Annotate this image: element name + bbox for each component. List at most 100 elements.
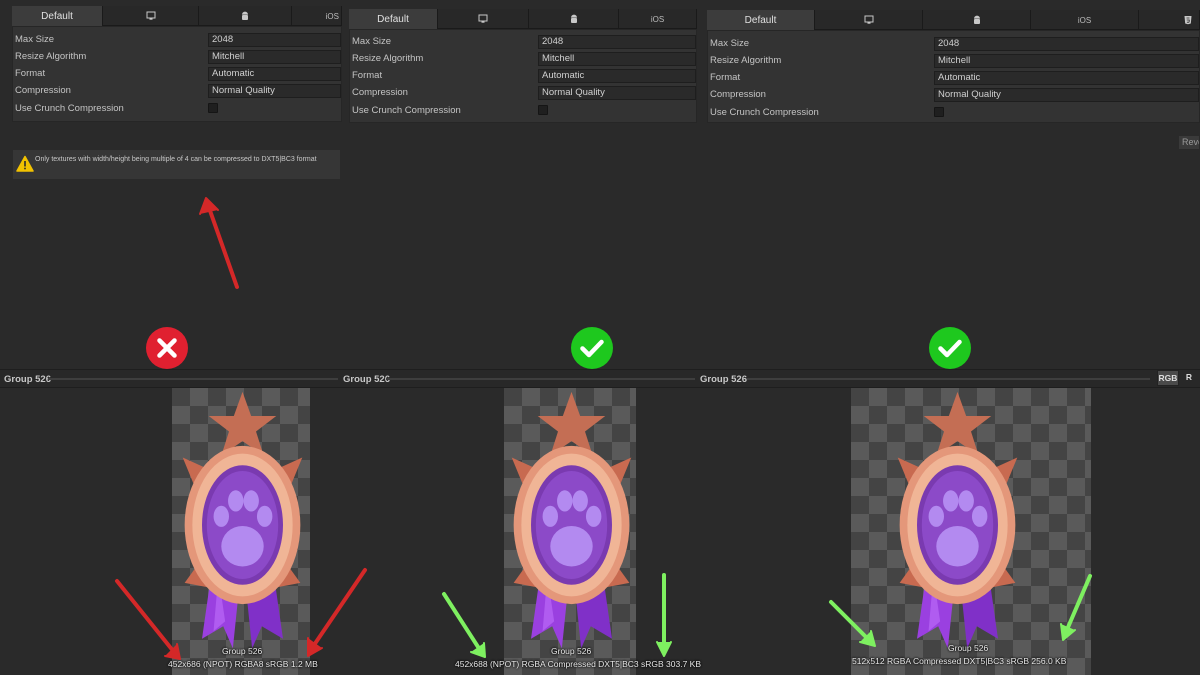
preview-header: Group 526 — [0, 369, 340, 388]
setting-row: Max Size 2048 — [13, 33, 341, 48]
compression-field[interactable]: Normal Quality — [934, 88, 1199, 102]
tab-ios[interactable]: iOS — [292, 6, 342, 26]
medal-texture — [890, 390, 1025, 660]
texture-memory-size: 303.7 KB — [666, 659, 702, 669]
texture-dimensions: 452x686 (NPOT) — [168, 659, 233, 669]
texture-format: RGBA Compressed DXT5|BC3 sRGB — [521, 659, 664, 669]
max-size-field[interactable]: 2048 — [538, 35, 696, 49]
resize-handle[interactable] — [386, 378, 695, 380]
resize-algorithm-field[interactable]: Mitchell — [934, 54, 1199, 68]
platform-tabs: Default iOS — [707, 10, 1200, 30]
rgb-channel-button[interactable]: RGB — [1157, 370, 1179, 386]
setting-row: Max Size 2048 — [708, 37, 1199, 52]
warning-text: Only textures with width/height being mu… — [35, 156, 317, 163]
preview-title: Group 526 — [4, 374, 51, 385]
texture-dimensions: 512x512 — [852, 656, 885, 666]
texture-format: RGBA8 sRGB — [234, 659, 289, 669]
tab-desktop[interactable] — [103, 6, 199, 26]
monitor-icon — [478, 14, 488, 23]
tab-desktop[interactable] — [438, 9, 529, 29]
success-badge — [929, 327, 971, 369]
settings-body: Max Size 2048 Resize Algorithm Mitchell … — [12, 26, 342, 122]
setting-row: Use Crunch Compression — [350, 104, 696, 119]
setting-label: Resize Algorithm — [352, 53, 424, 64]
android-icon — [973, 15, 980, 24]
tab-webgl[interactable] — [1139, 10, 1200, 30]
error-badge — [146, 327, 188, 369]
preview-header: Group 526 — [697, 369, 1200, 388]
texture-info-line: 452x686 (NPOT) RGBA8 sRGB 1.2 MB — [168, 659, 318, 669]
crunch-compression-checkbox[interactable] — [208, 103, 218, 113]
setting-label: Max Size — [710, 38, 750, 49]
texture-info-line: 512x512 RGBA Compressed DXT5|BC3 sRGB 25… — [852, 656, 1066, 666]
setting-label: Max Size — [352, 36, 392, 47]
monitor-icon — [146, 11, 155, 20]
setting-label: Compression — [15, 85, 71, 96]
tab-android[interactable] — [529, 9, 619, 29]
checkmark-icon — [571, 327, 613, 369]
resize-algorithm-field[interactable]: Mitchell — [538, 52, 696, 66]
compression-field[interactable]: Normal Quality — [538, 86, 696, 100]
cross-icon — [146, 327, 188, 369]
preview-header: Group 526 — [340, 369, 697, 388]
red-channel-button[interactable]: R — [1181, 370, 1197, 386]
import-settings-panel-1: Default iOS Max Size 2048 Resize Algorit… — [12, 6, 342, 122]
texture-dimensions: 452x688 (NPOT) — [455, 659, 520, 669]
compression-field[interactable]: Normal Quality — [208, 84, 341, 98]
red-arrow — [199, 197, 239, 289]
tab-default[interactable]: Default — [349, 9, 438, 29]
checkmark-icon — [929, 327, 971, 369]
setting-row: Compression Normal Quality — [350, 86, 696, 101]
tab-default[interactable]: Default — [12, 6, 103, 26]
setting-row: Format Automatic — [708, 71, 1199, 86]
resize-handle[interactable] — [48, 378, 338, 380]
preview-title: Group 526 — [343, 374, 390, 385]
format-field[interactable]: Automatic — [934, 71, 1199, 85]
success-badge — [571, 327, 613, 369]
image-name-label: Group 526 — [551, 646, 592, 656]
resize-handle[interactable] — [747, 378, 1150, 380]
setting-label: Compression — [710, 89, 766, 100]
monitor-icon — [864, 15, 873, 24]
setting-label: Format — [710, 72, 741, 83]
tab-desktop[interactable] — [815, 10, 923, 30]
setting-row: Use Crunch Compression — [708, 106, 1199, 121]
settings-body: Max Size 2048 Resize Algorithm Mitchell … — [707, 30, 1200, 123]
platform-tabs: Default iOS — [349, 9, 697, 29]
texture-info-line: 452x688 (NPOT) RGBA Compressed DXT5|BC3 … — [455, 659, 701, 669]
tab-ios[interactable]: iOS — [1031, 10, 1139, 30]
import-settings-panel-3: Default iOS Max Size 2048 Resize Algorit… — [707, 10, 1200, 123]
setting-row: Resize Algorithm Mitchell — [350, 52, 696, 67]
setting-row: Compression Normal Quality — [708, 88, 1199, 103]
texture-format: RGBA Compressed DXT5|BC3 sRGB — [887, 656, 1030, 666]
html5-icon — [1184, 16, 1192, 25]
setting-row: Format Automatic — [13, 67, 341, 82]
tab-android[interactable] — [199, 6, 292, 26]
crunch-compression-checkbox[interactable] — [538, 105, 548, 115]
format-field[interactable]: Automatic — [208, 67, 341, 81]
max-size-field[interactable]: 2048 — [208, 33, 341, 47]
preview-title: Group 526 — [700, 374, 747, 385]
setting-label: Use Crunch Compression — [352, 105, 461, 116]
setting-label: Format — [15, 68, 46, 79]
setting-label: Resize Algorithm — [15, 51, 87, 62]
medal-texture — [504, 390, 639, 660]
tab-default[interactable]: Default — [707, 10, 815, 30]
setting-row: Format Automatic — [350, 69, 696, 84]
crunch-compression-checkbox[interactable] — [934, 107, 944, 117]
texture-memory-size: 1.2 MB — [290, 659, 318, 669]
image-name-label: Group 526 — [948, 643, 989, 653]
tab-ios[interactable]: iOS — [619, 9, 697, 29]
setting-label: Use Crunch Compression — [15, 103, 124, 114]
setting-label: Format — [352, 70, 383, 81]
android-icon — [570, 14, 577, 23]
setting-label: Use Crunch Compression — [710, 107, 819, 118]
tab-android[interactable] — [923, 10, 1031, 30]
resize-algorithm-field[interactable]: Mitchell — [208, 50, 341, 64]
max-size-field[interactable]: 2048 — [934, 37, 1199, 51]
import-settings-panel-2: Default iOS Max Size 2048 Resize Algorit… — [349, 9, 697, 123]
format-field[interactable]: Automatic — [538, 69, 696, 83]
revert-button[interactable]: Revert — [1178, 135, 1200, 150]
setting-row: Compression Normal Quality — [13, 84, 341, 99]
warning-box: Only textures with width/height being mu… — [12, 149, 341, 180]
